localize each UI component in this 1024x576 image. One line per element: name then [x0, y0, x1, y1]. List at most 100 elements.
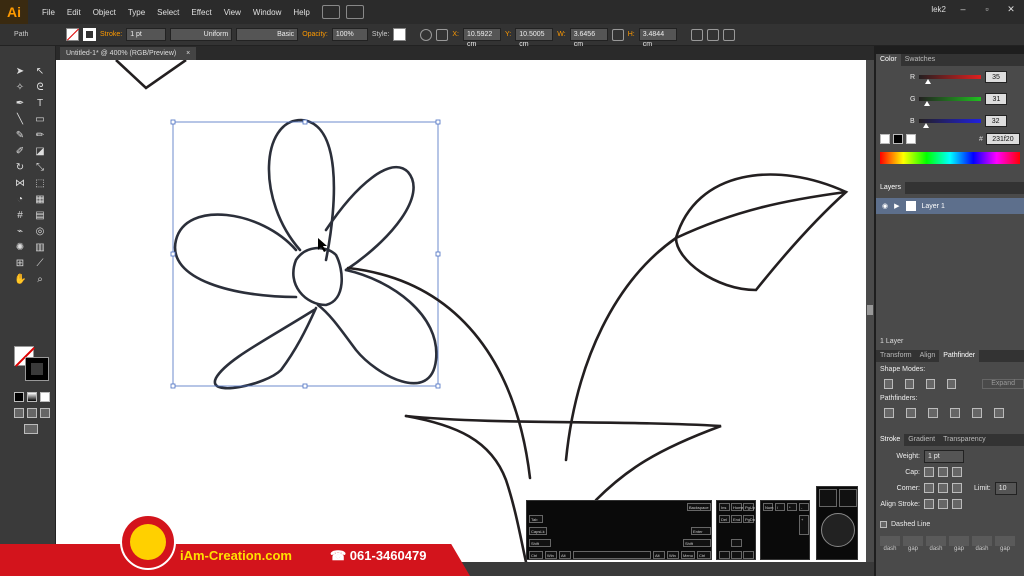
x-label[interactable]: X: [452, 31, 459, 38]
gap-field-1[interactable] [903, 536, 923, 546]
document-tab[interactable]: Untitled-1* @ 400% (RGB/Preview) × [60, 47, 197, 60]
menu-view[interactable]: View [218, 8, 247, 17]
y-field[interactable]: 10.5005 cm [515, 28, 554, 48]
gradient-button-icon[interactable] [27, 392, 37, 402]
width-tool-icon[interactable]: ⋈ [14, 178, 26, 189]
tab-color[interactable]: Color [876, 54, 901, 66]
intersect-icon[interactable] [926, 379, 936, 389]
round-join-icon[interactable] [938, 483, 948, 493]
close-tab-icon[interactable]: × [186, 50, 190, 57]
selection-tool-icon[interactable]: ➤ [14, 66, 26, 77]
magic-wand-tool-icon[interactable]: ✧ [14, 82, 26, 93]
tab-stroke[interactable]: Stroke [876, 434, 905, 446]
symbol-sprayer-tool-icon[interactable]: ✺ [14, 242, 26, 253]
draw-normal-icon[interactable] [14, 408, 24, 418]
stroke-box[interactable] [25, 357, 49, 381]
butt-cap-icon[interactable] [924, 467, 934, 477]
round-cap-icon[interactable] [938, 467, 948, 477]
recolor-icon[interactable] [420, 28, 433, 41]
x-field[interactable]: 10.5922 cm [463, 28, 502, 48]
weight-field[interactable]: 1 pt [924, 449, 964, 463]
minus-back-icon[interactable] [994, 408, 1004, 418]
rotate-tool-icon[interactable]: ↻ [14, 162, 26, 173]
perspective-grid-tool-icon[interactable]: ▦ [34, 194, 46, 205]
direct-selection-tool-icon[interactable]: ↖ [34, 66, 46, 77]
layer-row[interactable]: ◉ ▶ Layer 1 [876, 198, 1024, 214]
vertical-scrollbar[interactable] [866, 60, 874, 562]
menu-file[interactable]: File [36, 8, 61, 17]
slider-thumb[interactable] [924, 101, 931, 106]
hex-value[interactable]: 231f20 [985, 133, 1020, 145]
panel-menu-icon[interactable] [722, 28, 735, 41]
expand-arrow-icon[interactable]: ▶ [894, 202, 899, 210]
trim-icon[interactable] [906, 408, 916, 418]
line-tool-icon[interactable]: ╲ [14, 114, 26, 125]
menu-effect[interactable]: Effect [185, 8, 217, 17]
projecting-cap-icon[interactable] [952, 467, 962, 477]
slider-thumb[interactable] [923, 123, 930, 128]
minus-front-icon[interactable] [905, 379, 915, 389]
outline-icon[interactable] [972, 408, 982, 418]
w-label[interactable]: W: [557, 31, 565, 38]
tab-transform[interactable]: Transform [876, 350, 916, 362]
align-outside-icon[interactable] [952, 499, 962, 509]
eyedropper-tool-icon[interactable]: ⌁ [14, 226, 26, 237]
variable-width-profile[interactable]: Uniform [170, 28, 233, 41]
scale-tool-icon[interactable]: ⤡ [34, 162, 46, 173]
dash-field-1[interactable] [880, 536, 900, 546]
align-icon[interactable] [436, 28, 449, 41]
draw-behind-icon[interactable] [27, 408, 37, 418]
color-spectrum[interactable] [880, 152, 1020, 164]
merge-icon[interactable] [928, 408, 938, 418]
blob-brush-tool-icon[interactable]: ✐ [14, 146, 26, 157]
graph-tool-icon[interactable]: ▥ [34, 242, 46, 253]
eraser-tool-icon[interactable]: ◪ [34, 146, 46, 157]
menu-edit[interactable]: Edit [61, 8, 87, 17]
unite-icon[interactable] [884, 379, 894, 389]
blue-slider[interactable] [918, 119, 981, 128]
bridge-icon[interactable] [321, 5, 340, 19]
link-icon[interactable] [611, 28, 624, 41]
fill-swatch[interactable] [66, 28, 79, 41]
menu-object[interactable]: Object [87, 8, 122, 17]
opacity-field[interactable]: 100% [331, 28, 368, 41]
align-center-icon[interactable] [924, 499, 934, 509]
arrange-documents-icon[interactable] [345, 5, 364, 19]
blue-value[interactable]: 32 [984, 115, 1007, 127]
dashed-checkbox[interactable] [880, 520, 887, 528]
screen-mode-icon[interactable] [24, 424, 38, 434]
menu-select[interactable]: Select [151, 8, 185, 17]
blend-tool-icon[interactable]: ◎ [34, 226, 46, 237]
slider-thumb[interactable] [924, 79, 931, 84]
bevel-join-icon[interactable] [952, 483, 962, 493]
miter-join-icon[interactable] [924, 483, 934, 493]
red-value[interactable]: 35 [985, 71, 1008, 83]
gradient-tool-icon[interactable]: ▤ [34, 210, 46, 221]
tab-swatches[interactable]: Swatches [901, 54, 939, 66]
vertical-scroll-thumb[interactable] [867, 305, 873, 315]
divide-icon[interactable] [884, 408, 894, 418]
stroke-weight-field[interactable]: 1 pt [126, 28, 167, 41]
color-button-icon[interactable] [14, 392, 24, 402]
tab-gradient[interactable]: Gradient [904, 434, 939, 446]
tab-pathfinder[interactable]: Pathfinder [939, 350, 980, 362]
w-field[interactable]: 3.6456 cm [569, 28, 608, 48]
expand-button[interactable]: Expand [982, 379, 1024, 389]
workspace-user[interactable]: lek2 [931, 5, 946, 14]
dash-field-3[interactable] [972, 536, 992, 546]
hand-tool-icon[interactable]: ✋ [14, 274, 26, 285]
menu-help[interactable]: Help [287, 8, 315, 17]
close-button[interactable]: ✕ [1004, 4, 1018, 14]
red-slider[interactable] [919, 75, 982, 84]
type-tool-icon[interactable]: T [34, 98, 46, 109]
transform-icon[interactable] [690, 28, 703, 41]
h-field[interactable]: 3.4844 cm [638, 28, 677, 48]
gap-field-3[interactable] [995, 536, 1015, 546]
free-transform-tool-icon[interactable]: ⬚ [34, 178, 46, 189]
rectangle-tool-icon[interactable]: ▭ [34, 114, 46, 125]
layer-name[interactable]: Layer 1 [922, 203, 945, 210]
fill-stroke-selector[interactable] [14, 346, 54, 386]
brush-definition[interactable]: Basic [236, 28, 299, 41]
visibility-eye-icon[interactable]: ◉ [882, 202, 888, 210]
mesh-tool-icon[interactable]: # [14, 210, 26, 221]
